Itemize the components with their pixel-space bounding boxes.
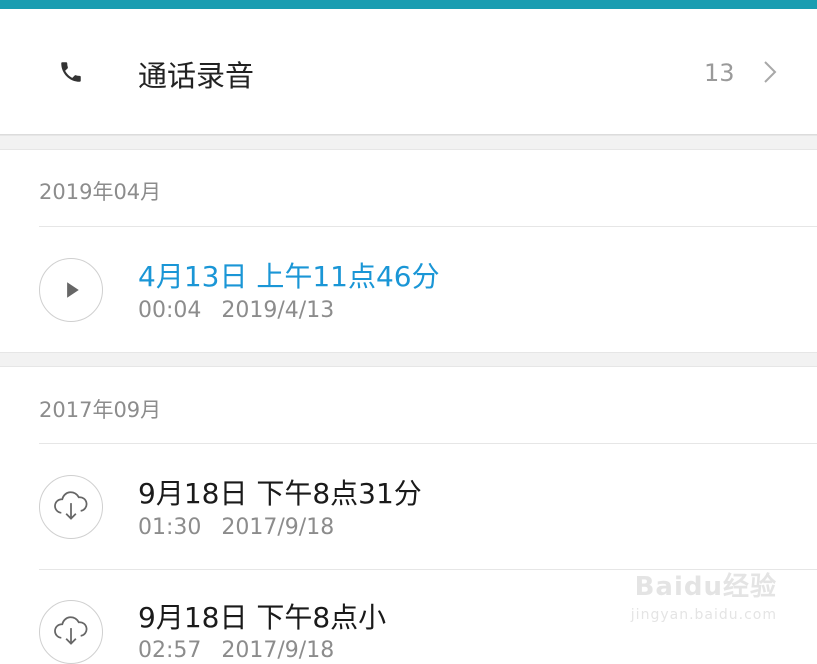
recording-duration: 01:30 [138,515,202,540]
chevron-right-icon[interactable] [760,59,780,85]
play-button[interactable] [39,258,103,322]
divider [39,569,817,570]
recording-date: 2017/9/18 [221,515,335,540]
play-icon [67,282,79,298]
cloud-download-icon [54,491,88,520]
divider [39,226,817,227]
download-button[interactable] [39,475,103,539]
recording-date: 2017/9/18 [221,638,335,663]
watermark: Baidu经验 jingyan.baidu.com [631,566,777,623]
group-label-2017-09: 2017年09月 [39,398,162,422]
recording-meta: 00:04 2019/4/13 [138,298,334,323]
section-separator [0,352,817,367]
status-accent-bar [0,0,817,9]
recording-title: 9月18日 下午8点小 [138,601,387,634]
recording-date: 2019/4/13 [221,298,335,323]
recording-title: 4月13日 上午11点46分 [138,260,440,293]
download-button[interactable] [39,600,103,664]
watermark-brand: Baidu经验 [634,572,777,602]
page-title: 通话录音 [138,59,255,93]
group-label-2019-04: 2019年04月 [39,180,162,204]
recording-count: 13 [704,59,735,87]
recording-title: 9月18日 下午8点31分 [138,477,422,510]
recording-meta: 01:30 2017/9/18 [138,515,334,540]
recording-meta: 02:57 2017/9/18 [138,638,334,663]
recording-duration: 02:57 [138,638,202,663]
call-recording-header[interactable]: 通话录音 13 [0,9,817,135]
watermark-url: jingyan.baidu.com [630,607,777,623]
section-separator [0,135,817,150]
phone-icon [61,62,81,82]
recording-duration: 00:04 [138,298,202,323]
divider [39,443,817,444]
